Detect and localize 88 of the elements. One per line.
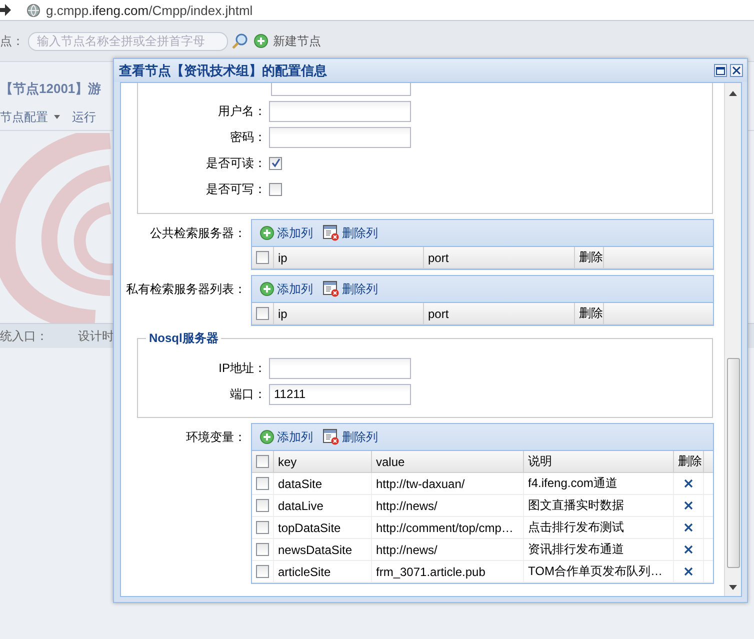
search-field[interactable]: 输入节点名称全拼或全拼首字母 [28,32,228,50]
column-header[interactable]: ip [274,303,424,324]
form-label: IP地址： [218,360,267,376]
table-cell: 资讯排行发布通道 [524,539,674,560]
input-field[interactable] [269,358,411,378]
column-header[interactable]: value [372,451,524,472]
form-label: 用户名： [217,102,267,120]
globe-icon [27,4,40,16]
form-label: 私有检索服务器列表： [125,281,247,298]
add-column-button[interactable]: 添加列 [258,280,315,298]
column-header[interactable]: 说明 [524,451,674,472]
table-cell: topDataSite [274,517,372,538]
column-header[interactable]: key [274,451,372,472]
maximize-button[interactable] [714,64,727,77]
delete-icon[interactable] [684,501,693,510]
delete-column-button[interactable]: 删除列 [321,280,380,298]
checkbox[interactable] [256,499,269,512]
checkbox[interactable] [256,521,269,534]
form-label: 公共检索服务器： [149,225,247,242]
menu-item[interactable]: 节点配置 [0,108,60,126]
form-label: 端口： [229,386,267,402]
menu-item[interactable]: 运行 [72,108,96,126]
table-cell: http://tw-daxuan/ [372,473,524,494]
scrollbar[interactable] [724,83,741,596]
add-column-button[interactable]: 添加列 [258,224,315,242]
plus-circle-icon [254,34,268,48]
input-field[interactable]: 11211 [269,384,411,404]
scroll-up-icon[interactable] [729,91,737,96]
checkbox[interactable] [256,565,269,578]
table-cell: TOM合作单页发布队列… [524,561,674,582]
checkbox[interactable] [256,455,269,468]
caret-icon [54,115,60,119]
close-button[interactable] [730,64,743,77]
checkbox[interactable] [256,477,269,490]
scrollbar-thumb[interactable] [726,358,740,568]
forward-arrow-icon[interactable] [0,4,11,16]
column-header[interactable]: port [424,303,575,324]
checkbox[interactable] [256,251,269,264]
form-label: 是否可读： [205,154,267,172]
window-x-icon [323,429,339,445]
form-label: 环境变量： [185,429,247,446]
column-header[interactable]: ip [274,247,424,268]
dialog-title: 查看节点【资讯技术组】的配置信息 [119,62,328,80]
plus-circle-icon [260,282,274,296]
footer-label: 统入口： [0,328,48,344]
delete-icon[interactable] [684,567,693,576]
form-label: 是否可写： [205,180,267,198]
column-header[interactable]: 删除 [575,303,604,324]
address-bar-url[interactable]: g.cmpp.ifeng.com/Cmpp/index.jhtml [46,2,253,18]
table-cell: newsDataSite [274,539,372,560]
checkbox[interactable] [256,543,269,556]
plus-circle-icon [260,430,274,444]
table-cell: http://comment/top/cmp… [372,517,524,538]
column-header[interactable]: port [424,247,575,268]
checkbox[interactable] [269,182,282,196]
input-field[interactable] [269,126,411,148]
checkbox[interactable] [269,156,282,170]
delete-column-button[interactable]: 删除列 [321,428,380,446]
delete-icon[interactable] [684,545,693,554]
table-cell: 点击排行发布测试 [524,517,674,538]
footer-label: 设计时 [78,328,114,344]
new-node-button[interactable]: 新建节点 [252,32,323,50]
search-icon[interactable] [232,33,248,49]
table-cell: http://news/ [372,539,524,560]
table-cell: frm_3071.article.pub [372,561,524,582]
input-field[interactable] [269,100,411,122]
table-cell: f4.ifeng.com通道 [524,473,674,494]
delete-icon[interactable] [684,523,693,532]
table-cell: 图文直播实时数据 [524,495,674,516]
plus-circle-icon [260,226,274,240]
table-cell: http://news/ [372,495,524,516]
fieldset-legend: Nosql服务器 [146,330,222,347]
table-cell: dataSite [274,473,372,494]
checkbox[interactable] [256,307,269,320]
toolbar-label: 点： [0,32,24,50]
form-label: 密码： [229,128,267,146]
window-x-icon [323,281,339,297]
table-cell: articleSite [274,561,372,582]
node-title: 【节点12001】游 [0,80,102,98]
delete-column-button[interactable]: 删除列 [321,224,380,242]
window-x-icon [323,225,339,241]
column-header[interactable]: 删除 [674,451,704,472]
scroll-down-icon[interactable] [729,585,737,590]
delete-icon[interactable] [684,479,693,488]
column-header[interactable]: 删除 [575,247,604,268]
input-field[interactable] [271,83,411,96]
add-column-button[interactable]: 添加列 [258,428,315,446]
table-cell: dataLive [274,495,372,516]
